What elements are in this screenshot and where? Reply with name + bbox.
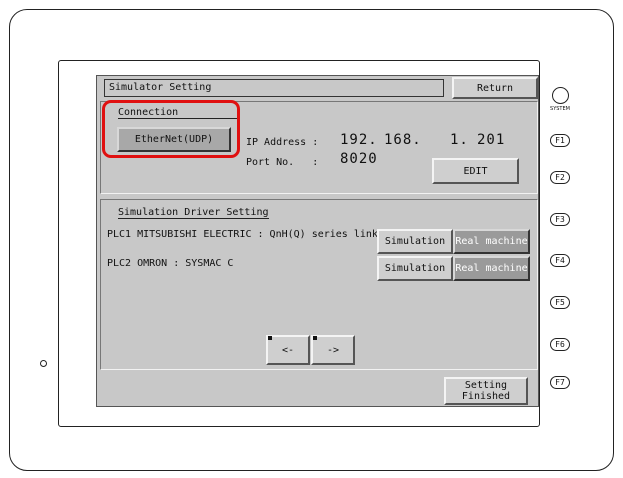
driver-section-label: Simulation Driver Setting [118,207,269,219]
ip-octet-1: 192. [340,132,378,148]
plc2-name: PLC2 OMRON : SYSMAC C [107,258,234,269]
plc1-simulation-button[interactable]: Simulation [377,229,453,254]
system-label: SYSTEM [550,106,570,112]
ip-octet-2: 168. [384,132,422,148]
next-indicator [313,336,317,340]
ip-address-label: IP Address : [246,137,319,148]
port-label: Port No. : [246,157,319,168]
highlight-annotation [102,100,240,158]
status-led [40,360,47,367]
prev-indicator [268,336,272,340]
ip-octet-3: 1. [450,132,469,148]
f7-key[interactable]: F7 [550,376,570,389]
screen-title: Simulator Setting [104,79,444,97]
setting-finished-button[interactable]: Setting Finished [444,377,528,405]
f5-key[interactable]: F5 [550,296,570,309]
prev-page-button[interactable]: <- [266,335,310,365]
f2-key[interactable]: F2 [550,171,570,184]
plc2-real-machine-button[interactable]: Real machine [453,256,530,281]
return-button[interactable]: Return [452,77,538,99]
ip-octet-4: 201 [477,132,506,148]
edit-button[interactable]: EDIT [432,158,519,184]
f3-key[interactable]: F3 [550,213,570,226]
plc1-real-machine-button[interactable]: Real machine [453,229,530,254]
f6-key[interactable]: F6 [550,338,570,351]
port-value: 8020 [340,151,378,167]
plc1-name: PLC1 MITSUBISHI ELECTRIC : QnH(Q) series… [107,229,378,240]
f4-key[interactable]: F4 [550,254,570,267]
system-button[interactable] [552,87,569,104]
next-page-button[interactable]: -> [311,335,355,365]
plc2-simulation-button[interactable]: Simulation [377,256,453,281]
f1-key[interactable]: F1 [550,134,570,147]
